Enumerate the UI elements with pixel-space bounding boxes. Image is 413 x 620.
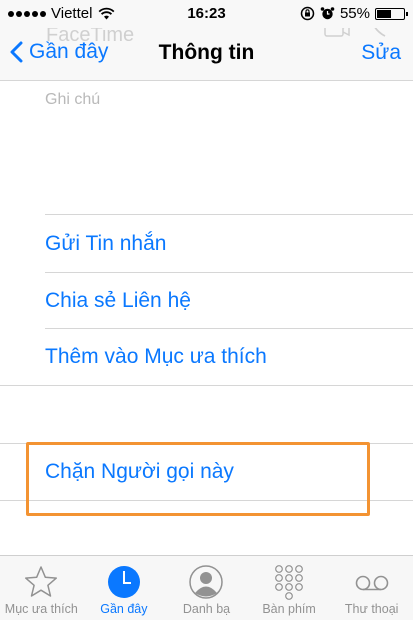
edit-button[interactable]: Sửa (361, 41, 401, 65)
tab-label: Danh bạ (182, 602, 231, 616)
add-to-favorites-button[interactable]: Thêm vào Mục ưa thích (45, 329, 413, 385)
voicemail-icon (355, 575, 388, 591)
tab-favorites[interactable]: Mục ưa thích (0, 556, 83, 620)
tab-label: Thư thoại (344, 602, 399, 616)
status-bar: Viettel 16:23 55% (0, 0, 413, 28)
nav-bar: FaceTime Gần đây Thông tin Sửa (0, 23, 413, 81)
tab-label: Bàn phím (262, 602, 316, 616)
tab-keypad[interactable]: Bàn phím (248, 556, 331, 620)
rotation-lock-icon (300, 6, 315, 21)
status-right: 55% (300, 5, 408, 22)
tab-voicemail[interactable]: Thư thoại (330, 556, 413, 620)
battery-percent: 55% (339, 5, 370, 22)
star-icon (25, 566, 58, 597)
tab-label: Gần đây (100, 602, 148, 616)
page-title: Thông tin (158, 41, 255, 64)
divider (45, 214, 413, 215)
share-contact-button[interactable]: Chia sẻ Liên hệ (45, 273, 413, 329)
contacts-icon (189, 565, 224, 599)
battery-icon (375, 7, 408, 20)
tab-bar: Mục ưa thích Gần đây Danh bạ Bàn phím Th… (0, 555, 413, 620)
tab-recents[interactable]: Gần đây (83, 556, 166, 620)
clock-icon (107, 566, 140, 598)
highlight-box (26, 442, 370, 516)
keypad-icon (275, 565, 303, 600)
divider (0, 385, 413, 386)
alarm-icon (320, 7, 335, 20)
notes-field-label[interactable]: Ghi chú (45, 91, 100, 109)
tab-label: Mục ưa thích (4, 602, 78, 616)
tab-contacts[interactable]: Danh bạ (165, 556, 248, 620)
send-message-button[interactable]: Gửi Tin nhắn (45, 216, 413, 272)
